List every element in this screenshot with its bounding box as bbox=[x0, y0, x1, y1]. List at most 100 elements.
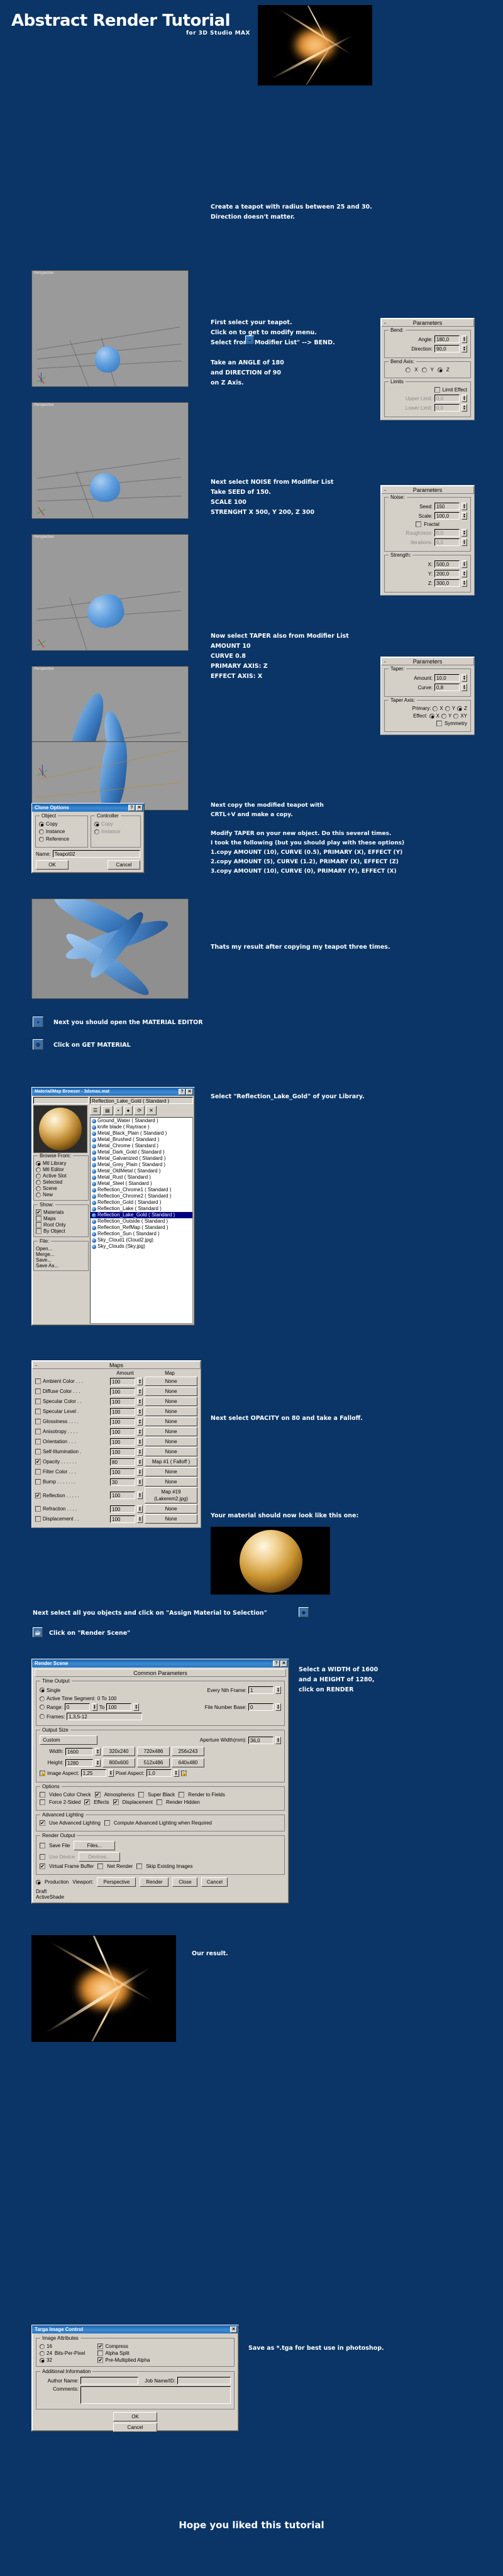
file-number-base-field[interactable]: 0 bbox=[248, 1703, 274, 1711]
map-amount-spinner[interactable]: ▲ ▼ bbox=[137, 1438, 143, 1446]
map-amount-spinner[interactable]: ▲ ▼ bbox=[137, 1492, 143, 1499]
range-to-spinner[interactable]: ▲ ▼ bbox=[133, 1703, 140, 1711]
map-amount-spinner[interactable]: ▲ ▼ bbox=[137, 1505, 143, 1513]
strength-z-spinner[interactable]: ▲ ▼ bbox=[462, 579, 467, 587]
map-enable-checkbox[interactable] bbox=[35, 1389, 41, 1394]
primary-z-radio[interactable] bbox=[457, 706, 463, 711]
angle-field[interactable]: 180,0 bbox=[434, 336, 460, 343]
render-close-icon[interactable]: ✕ bbox=[280, 1660, 287, 1667]
primary-y-radio[interactable] bbox=[445, 706, 450, 711]
super-black-checkbox[interactable] bbox=[138, 1792, 145, 1798]
map-slot-button[interactable]: None bbox=[145, 1397, 197, 1406]
fractal-checkbox[interactable] bbox=[416, 521, 422, 527]
production-radio[interactable] bbox=[36, 1879, 41, 1885]
map-amount-spinner[interactable]: ▲ ▼ bbox=[137, 1387, 143, 1395]
material-list-item[interactable]: Reflection_Sun ( Standard ) bbox=[91, 1231, 192, 1237]
bits-16-radio[interactable] bbox=[40, 2344, 45, 2349]
render-help-button[interactable]: ? bbox=[273, 1660, 280, 1667]
scale-spinner[interactable]: ▲ ▼ bbox=[462, 512, 467, 520]
map-amount-spinner[interactable]: ▲ ▼ bbox=[137, 1458, 143, 1466]
material-list-item[interactable]: Reflection_Chrome1 ( Standard ) bbox=[91, 1187, 192, 1193]
upper-limit-field[interactable]: 0,0 bbox=[434, 395, 460, 402]
targa-ok-button[interactable]: OK bbox=[113, 2412, 157, 2421]
comments-field[interactable] bbox=[80, 2386, 231, 2404]
map-enable-checkbox[interactable] bbox=[35, 1378, 41, 1384]
file-save-button[interactable]: Save... bbox=[36, 1257, 86, 1263]
map-slot-button[interactable]: Map #19 (Lakerem2.jpg) bbox=[145, 1487, 197, 1504]
map-slot-button[interactable]: Map #1 ( Falloff ) bbox=[145, 1457, 197, 1466]
strength-z-field[interactable]: 300,0 bbox=[434, 579, 460, 587]
material-list-item[interactable]: Reflection_Outside ( Standard ) bbox=[91, 1218, 192, 1225]
preset-800x600-button[interactable]: 800x600 bbox=[102, 1758, 135, 1767]
direction-spinner[interactable]: ▲ ▼ bbox=[462, 345, 467, 352]
map-amount-field[interactable]: 80 bbox=[110, 1458, 135, 1466]
material-list-item[interactable]: Reflection_Chrome2 ( Standard ) bbox=[91, 1193, 192, 1199]
map-slot-button[interactable]: None bbox=[145, 1437, 197, 1446]
map-enable-checkbox[interactable]: ✔ bbox=[35, 1459, 41, 1465]
browser-search-field[interactable] bbox=[33, 1097, 89, 1104]
bend-axis-y-radio[interactable] bbox=[421, 367, 427, 373]
strength-x-field[interactable]: 500,0 bbox=[434, 560, 460, 568]
clone-cancel-button[interactable]: Cancel bbox=[108, 860, 140, 870]
taper-curve-spinner[interactable]: ▲ ▼ bbox=[462, 684, 467, 691]
map-amount-field[interactable]: 100 bbox=[110, 1492, 135, 1499]
pixel-aspect-spinner[interactable]: ▲ ▼ bbox=[173, 1769, 179, 1777]
large-icons-view-icon[interactable]: ● bbox=[123, 1106, 133, 1115]
activeshade-label[interactable]: ActiveShade bbox=[36, 1894, 285, 1900]
render-cancel-button[interactable]: Cancel bbox=[201, 1877, 228, 1887]
material-list-item[interactable]: Metal_Rust ( Standard ) bbox=[91, 1174, 192, 1181]
virtual-frame-buffer-checkbox[interactable]: ✔ bbox=[40, 1864, 45, 1869]
atmospherics-checkbox[interactable]: ✔ bbox=[94, 1792, 101, 1798]
browse-mtl-editor-radio[interactable] bbox=[36, 1167, 41, 1172]
preset-640x480-button[interactable]: 640x480 bbox=[172, 1758, 204, 1767]
map-enable-checkbox[interactable] bbox=[35, 1399, 41, 1404]
pixel-aspect-field[interactable]: 1,0 bbox=[146, 1769, 172, 1777]
render-to-fields-checkbox[interactable] bbox=[179, 1792, 185, 1798]
material-list[interactable]: Ground_Water ( Standard ) knife blade ( R… bbox=[90, 1117, 193, 1324]
assign-material-icon[interactable]: ◆ bbox=[299, 1607, 309, 1617]
direction-field[interactable]: 90,0 bbox=[434, 345, 460, 352]
use-advanced-lighting-checkbox[interactable]: ✔ bbox=[40, 1820, 45, 1826]
clone-name-field[interactable]: Teapot02 bbox=[52, 850, 140, 858]
material-list-item[interactable]: Metal_Galvanized ( Standard ) bbox=[91, 1155, 192, 1162]
every-nth-spinner[interactable]: ▲ ▼ bbox=[275, 1686, 281, 1694]
aperture-spinner[interactable]: ▲ ▼ bbox=[275, 1736, 281, 1744]
skip-existing-checkbox[interactable] bbox=[136, 1864, 143, 1869]
height-field[interactable]: 1280 bbox=[65, 1759, 93, 1767]
modify-tab-icon[interactable]: ⌁ bbox=[245, 336, 254, 344]
map-enable-checkbox[interactable] bbox=[35, 1506, 41, 1512]
premultiplied-alpha-checkbox[interactable]: ✔ bbox=[97, 2357, 104, 2363]
map-enable-checkbox[interactable] bbox=[35, 1449, 41, 1454]
render-button[interactable]: Render bbox=[140, 1877, 169, 1887]
viewport-dropdown[interactable]: Perspective bbox=[97, 1877, 136, 1887]
object-reference-radio[interactable] bbox=[39, 836, 44, 842]
material-list-item[interactable]: Reflection_Lake ( Standard ) bbox=[91, 1206, 192, 1212]
render-close-button[interactable]: Close bbox=[172, 1877, 198, 1887]
map-amount-spinner[interactable]: ▲ ▼ bbox=[137, 1448, 143, 1456]
limit-effect-checkbox[interactable] bbox=[434, 387, 440, 393]
author-name-field[interactable] bbox=[80, 2377, 138, 2384]
strength-x-spinner[interactable]: ▲ ▼ bbox=[462, 560, 467, 568]
map-amount-field[interactable]: 100 bbox=[110, 1448, 135, 1456]
bend-axis-x-radio[interactable] bbox=[406, 367, 411, 373]
material-editor-icon[interactable]: ◕ bbox=[33, 1017, 43, 1027]
taper-amount-field[interactable]: 10,0 bbox=[434, 674, 460, 682]
map-amount-field[interactable]: 100 bbox=[110, 1505, 135, 1513]
rollup-collapse-icon[interactable]: - bbox=[384, 658, 386, 666]
width-spinner[interactable]: ▲ ▼ bbox=[95, 1747, 101, 1755]
height-spinner[interactable]: ▲ ▼ bbox=[95, 1759, 101, 1767]
browse-selected-radio[interactable] bbox=[36, 1179, 41, 1185]
map-amount-field[interactable]: 100 bbox=[110, 1438, 135, 1446]
map-amount-spinner[interactable]: ▲ ▼ bbox=[137, 1397, 143, 1405]
draft-label[interactable]: Draft bbox=[36, 1889, 285, 1894]
map-slot-button[interactable]: None bbox=[145, 1407, 197, 1416]
iterations-field[interactable]: 6,0 bbox=[434, 538, 460, 546]
material-list-item[interactable]: Sky_Clouds (Sky.jpg) bbox=[91, 1243, 192, 1250]
map-amount-field[interactable]: 100 bbox=[110, 1407, 135, 1416]
map-amount-spinner[interactable]: ▲ ▼ bbox=[137, 1468, 143, 1476]
bits-32-radio[interactable] bbox=[40, 2357, 45, 2363]
map-enable-checkbox[interactable] bbox=[35, 1419, 41, 1424]
every-nth-field[interactable]: 1 bbox=[248, 1686, 274, 1694]
compress-checkbox[interactable]: ✔ bbox=[97, 2344, 104, 2349]
preset-512x486-button[interactable]: 512x486 bbox=[137, 1758, 170, 1767]
